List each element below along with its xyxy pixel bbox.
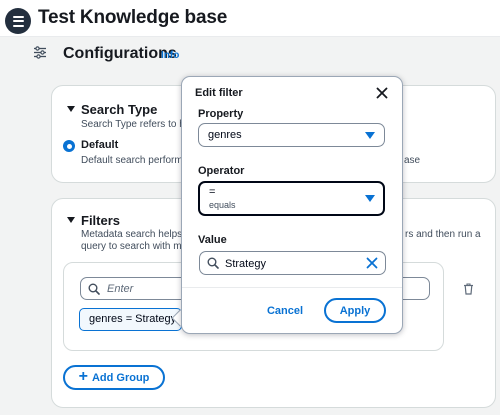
default-radio[interactable] — [63, 140, 75, 152]
apply-button[interactable]: Apply — [324, 298, 386, 323]
property-select[interactable]: genres — [198, 123, 385, 147]
dropdown-caret-icon — [365, 195, 375, 202]
filter-token-label: genres = Strategy — [89, 313, 177, 325]
default-radio-label[interactable]: Default — [81, 139, 118, 151]
menu-icon[interactable] — [5, 8, 31, 34]
add-group-button[interactable]: + Add Group — [63, 365, 165, 390]
trash-icon[interactable] — [463, 283, 474, 295]
search-icon — [207, 257, 219, 269]
filters-title[interactable]: Filters — [81, 213, 120, 228]
filters-description-line2: query to search with me — [81, 241, 188, 252]
operator-symbol: = — [209, 186, 216, 198]
default-radio-description: Default search performs — [81, 155, 188, 166]
operator-name: equals — [209, 200, 236, 210]
default-radio-description-tail: ase — [404, 155, 421, 166]
dropdown-caret-icon — [365, 132, 375, 139]
edit-filter-title: Edit filter — [195, 87, 243, 99]
caret-down-icon[interactable] — [67, 106, 75, 112]
plus-icon: + — [78, 367, 88, 385]
clear-icon[interactable] — [366, 257, 378, 269]
operator-select[interactable]: = equals — [198, 181, 385, 216]
page-title: Test Knowledge base — [38, 7, 228, 28]
search-type-title[interactable]: Search Type — [81, 102, 157, 117]
filters-description-tail: rs and then run a — [405, 229, 481, 240]
value-label: Value — [198, 234, 227, 246]
property-value: genres — [208, 129, 242, 141]
search-type-description: Search Type refers to ho — [81, 119, 191, 130]
info-link[interactable]: Info — [161, 50, 179, 61]
top-bar: Test Knowledge base — [0, 0, 500, 37]
operator-label: Operator — [198, 165, 245, 177]
cancel-button[interactable]: Cancel — [262, 300, 308, 322]
search-icon — [88, 283, 100, 295]
configurations-title: Configurations — [63, 45, 177, 62]
add-group-label: Add Group — [91, 371, 150, 384]
value-input[interactable] — [225, 256, 355, 272]
filter-search-input[interactable] — [107, 281, 187, 297]
settings-icon[interactable] — [33, 46, 47, 59]
property-label: Property — [198, 108, 244, 120]
popover-divider — [182, 287, 402, 288]
filters-description: Metadata search helps y — [81, 229, 190, 240]
caret-down-icon[interactable] — [67, 217, 75, 223]
close-icon[interactable] — [375, 86, 389, 100]
filter-token[interactable]: genres = Strategy — [79, 308, 182, 331]
value-field[interactable] — [199, 251, 386, 275]
